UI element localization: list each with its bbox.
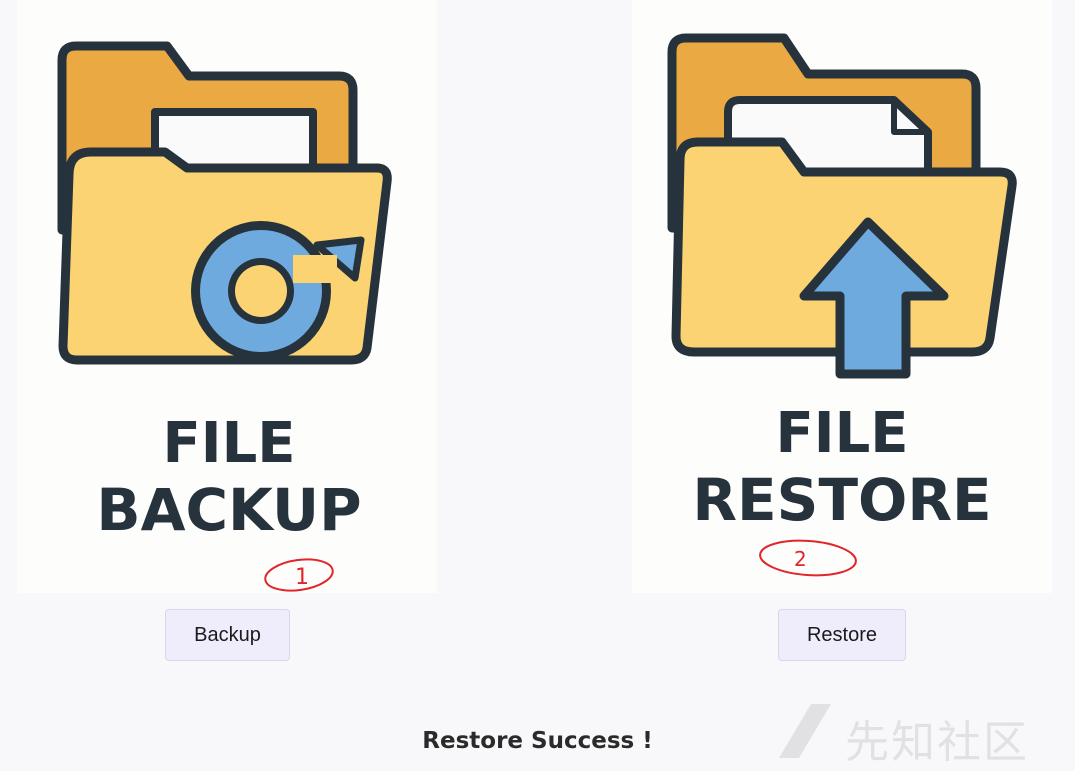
- annotation-number: 2: [794, 547, 807, 571]
- card-title-line1: FILE: [162, 411, 295, 476]
- folder-restore-icon: FILE RESTORE 2: [667, 33, 1017, 577]
- folder-backup-icon: FILE BACKUP 1: [57, 41, 392, 592]
- backup-card: FILE BACKUP 1: [17, 0, 437, 593]
- card-title-line2: BACKUP: [96, 476, 361, 544]
- card-title-line1: FILE: [775, 401, 908, 466]
- card-title-line2: RESTORE: [692, 466, 991, 534]
- site-watermark: 先知社区: [775, 700, 1065, 768]
- annotation-number: 1: [295, 565, 309, 590]
- restore-button[interactable]: Restore: [778, 609, 906, 661]
- restore-card: FILE RESTORE 2: [632, 0, 1052, 593]
- watermark-logo-icon: [779, 704, 831, 758]
- annotation-mark: 1: [264, 558, 334, 592]
- annotation-mark: 2: [759, 539, 857, 577]
- backup-button[interactable]: Backup: [165, 609, 290, 661]
- watermark-text: 先知社区: [845, 717, 1029, 768]
